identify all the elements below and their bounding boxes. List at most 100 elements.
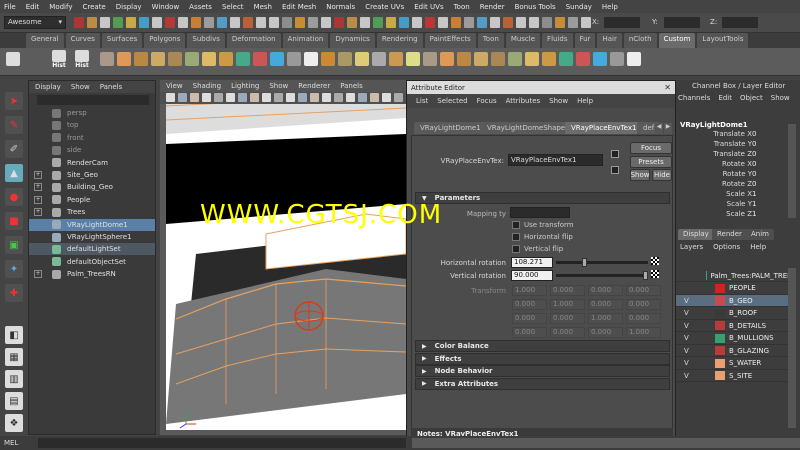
layer-color-swatch[interactable] [715, 371, 725, 380]
status-tool-icon[interactable] [295, 17, 305, 28]
menu-create[interactable]: Create [82, 3, 105, 11]
shelf-tool-icon[interactable] [474, 52, 488, 66]
section-effects[interactable]: ▶ Effects [415, 352, 670, 365]
use-transform-checkbox[interactable] [512, 221, 520, 229]
attr-menu-attributes[interactable]: Attributes [506, 97, 541, 105]
shelf-tool-icon[interactable] [100, 52, 114, 66]
mapping-type-dropdown[interactable] [510, 207, 570, 218]
layer-row[interactable]: V S_WATER [676, 358, 796, 370]
channel-row[interactable]: Translate Z0 [676, 150, 796, 160]
slider-handle[interactable] [582, 258, 588, 267]
channel-value[interactable]: 0 [752, 150, 756, 158]
shelf-tool-icon[interactable] [287, 52, 301, 66]
channel-value[interactable]: 1 [752, 200, 756, 208]
channel-menu-object[interactable]: Object [740, 94, 763, 102]
status-tool-icon[interactable] [360, 17, 370, 28]
status-tool-icon[interactable] [438, 17, 448, 28]
layer-color-swatch[interactable] [715, 333, 725, 343]
viewport-tool-icon[interactable] [322, 93, 331, 102]
layer-row[interactable]: V B_ROOF [676, 308, 796, 320]
shelf-tool-icon[interactable] [202, 52, 216, 66]
tab-fur[interactable]: Fur [574, 33, 596, 48]
status-tool-icon[interactable] [100, 17, 110, 28]
shelf-tool-icon[interactable] [134, 52, 148, 66]
viewport-menu-lighting[interactable]: Lighting [231, 82, 259, 90]
vertical-rotation-field[interactable]: 90.000 [511, 270, 553, 281]
tab-rendering[interactable]: Rendering [376, 33, 423, 48]
node-tab-vraylightdomeshape1[interactable]: VRayLightDomeShape1 [481, 122, 576, 134]
y-coord-field[interactable] [664, 17, 700, 28]
status-tool-icon[interactable] [74, 17, 84, 28]
status-tool-icon[interactable] [529, 17, 539, 28]
layer-menu-help[interactable]: Help [750, 243, 766, 251]
shelf-tool-icon[interactable] [338, 52, 352, 66]
viewport-menu-renderer[interactable]: Renderer [298, 82, 330, 90]
shelf-tool-icon[interactable] [440, 52, 454, 66]
shelf-tool-icon[interactable] [525, 52, 539, 66]
menu-edit-uvs[interactable]: Edit UVs [414, 3, 443, 11]
status-tool-icon[interactable] [373, 17, 383, 28]
status-tool-icon[interactable] [269, 17, 279, 28]
status-tool-icon[interactable] [139, 17, 149, 28]
viewport-tool-icon[interactable] [178, 93, 187, 102]
viewport-tool-icon[interactable] [382, 93, 391, 102]
channel-row[interactable]: Rotate Y0 [676, 170, 796, 180]
layer-visibility-toggle[interactable]: V [684, 347, 693, 355]
outliner-item[interactable]: +front [29, 132, 155, 144]
tab-layouttools[interactable]: LayoutTools [697, 33, 749, 48]
menu-edit-mesh[interactable]: Edit Mesh [282, 3, 316, 11]
viewport-tool-icon[interactable] [226, 93, 235, 102]
scale-tool-icon[interactable]: ■ [5, 212, 23, 230]
output-connection-icon[interactable] [611, 166, 619, 174]
status-tool-icon[interactable] [490, 17, 500, 28]
node-tab-vrayplaceenvtex1[interactable]: VRayPlaceEnvTex1 [565, 122, 643, 134]
lasso-tool-icon[interactable]: ✎ [5, 116, 23, 134]
shelf-tool-icon[interactable] [542, 52, 556, 66]
tab-scroll-right[interactable]: ▶ [664, 123, 672, 134]
shelf-tool-icon[interactable] [270, 52, 284, 66]
menu-mesh[interactable]: Mesh [254, 3, 272, 11]
outliner-item[interactable]: + Site_Geo [29, 169, 155, 181]
horizontal-rotation-field[interactable]: 108.271 [511, 257, 553, 268]
outliner-item[interactable]: + Palm_TreesRN [29, 268, 155, 280]
channel-menu-edit[interactable]: Edit [718, 94, 732, 102]
show-button[interactable]: Show [630, 169, 650, 181]
status-tool-icon[interactable] [516, 17, 526, 28]
outliner-menu-display[interactable]: Display [35, 83, 61, 91]
viewport-tool-icon[interactable] [394, 93, 403, 102]
channel-row[interactable]: Translate Y0 [676, 140, 796, 150]
status-tool-icon[interactable] [412, 17, 422, 28]
viewport-tool-icon[interactable] [286, 93, 295, 102]
attr-editor-titlebar[interactable]: Attribute Editor ✕ [407, 81, 675, 94]
viewport-tool-icon[interactable] [358, 93, 367, 102]
channel-menu-channels[interactable]: Channels [678, 94, 710, 102]
shelf-tool-icon[interactable] [253, 52, 267, 66]
shelf-menu-icon[interactable] [6, 52, 20, 66]
paint-select-icon[interactable]: ✐ [5, 140, 23, 158]
hide-button[interactable]: Hide [652, 169, 672, 181]
menu-bonus-tools[interactable]: Bonus Tools [515, 3, 556, 11]
status-tool-icon[interactable] [243, 17, 253, 28]
two-view-layout-icon[interactable]: ▥ [5, 370, 23, 388]
layer-scrollbar[interactable] [788, 268, 796, 428]
menu-file[interactable]: File [4, 3, 16, 11]
shelf-tool-icon[interactable] [593, 52, 607, 66]
menu-create-uvs[interactable]: Create UVs [365, 3, 404, 11]
outliner-item[interactable]: +VRayLightDome1 [29, 218, 155, 231]
viewport-tool-icon[interactable] [274, 93, 283, 102]
shelf-tool-icon[interactable] [576, 52, 590, 66]
shelf-tool-icon[interactable] [457, 52, 471, 66]
channel-menu-show[interactable]: Show [771, 94, 790, 102]
expand-icon[interactable]: + [34, 195, 42, 204]
status-tool-icon[interactable] [386, 17, 396, 28]
horizontal-flip-checkbox[interactable] [512, 233, 520, 241]
channel-value[interactable]: 0 [752, 170, 756, 178]
viewport-menu-show[interactable]: Show [269, 82, 288, 90]
layer-color-swatch[interactable] [715, 308, 725, 318]
attr-menu-list[interactable]: List [416, 97, 428, 105]
layer-visibility-toggle[interactable]: V [684, 372, 693, 380]
viewport-scene[interactable] [166, 104, 406, 430]
menu-assets[interactable]: Assets [189, 3, 212, 11]
tab-animation[interactable]: Animation [282, 33, 329, 48]
expand-icon[interactable]: + [34, 270, 42, 279]
